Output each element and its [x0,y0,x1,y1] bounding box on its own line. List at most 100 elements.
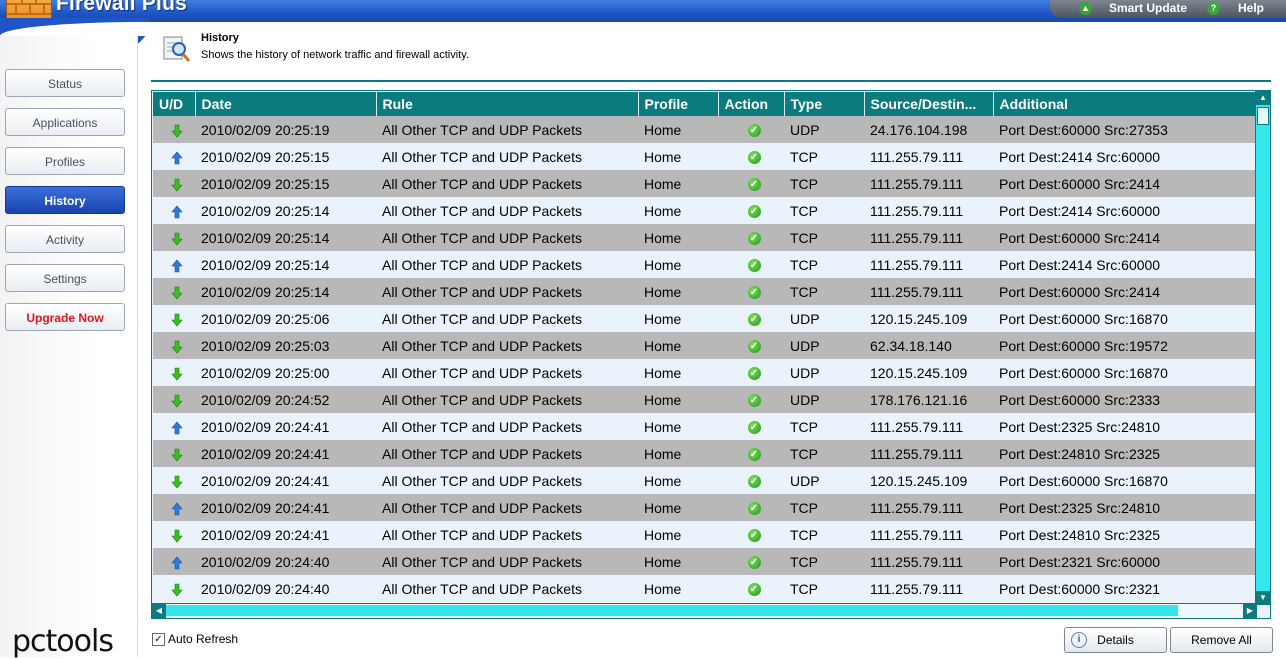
table-row[interactable]: 2010/02/09 20:24:52 All Other TCP and UDP… [153,386,1258,413]
date-cell: 2010/02/09 20:25:03 [195,332,376,359]
profile-cell: Home [638,305,718,332]
type-cell: TCP [784,575,864,602]
sidebar: Status Applications Profiles History Act… [0,36,138,657]
type-cell: UDP [784,467,864,494]
nav-applications-button[interactable]: Applications [5,108,125,136]
table-row[interactable]: 2010/02/09 20:24:40 All Other TCP and UDP… [153,548,1258,575]
scroll-right-arrow-icon[interactable]: ▶ [1243,604,1257,618]
table-row[interactable]: 2010/02/09 20:25:15 All Other TCP and UDP… [153,143,1258,170]
scroll-down-arrow-icon[interactable]: ▼ [1256,591,1270,605]
additional-cell: Port Dest:60000 Src:2414 [993,278,1258,305]
column-header-source-destination[interactable]: Source/Destin... [864,92,994,116]
address-cell: 111.255.79.111 [864,251,993,278]
header-divider [151,80,1271,82]
column-header-action[interactable]: Action [718,92,785,116]
address-cell: 62.34.18.140 [864,332,993,359]
column-header-rule[interactable]: Rule [376,92,639,116]
rule-cell: All Other TCP and UDP Packets [376,116,638,143]
remove-all-button[interactable]: Remove All [1170,627,1273,653]
column-header-additional[interactable]: Additional [993,92,1259,116]
address-cell: 111.255.79.111 [864,440,993,467]
help-icon[interactable]: ? [1207,2,1220,15]
column-header-ud[interactable]: U/D [153,92,196,116]
top-links: ▲ Smart Update ? Help [1050,0,1286,18]
smart-update-link[interactable]: Smart Update [1109,1,1187,15]
nav-settings-button[interactable]: Settings [5,264,125,292]
auto-refresh-checkbox[interactable]: ✓ [152,633,165,646]
table-row[interactable]: 2010/02/09 20:25:14 All Other TCP and UDP… [153,197,1258,224]
title-bar: Firewall Plus ▲ Smart Update ? Help [0,0,1286,24]
download-arrow-icon [153,386,195,413]
nav-history-button[interactable]: History [5,186,125,214]
page-title: History [201,32,239,44]
allowed-check-icon: ✓ [718,143,784,170]
type-cell: TCP [784,143,864,170]
address-cell: 111.255.79.111 [864,224,993,251]
upgrade-now-button[interactable]: Upgrade Now [5,303,125,331]
table-row[interactable]: 2010/02/09 20:25:15 All Other TCP and UDP… [153,170,1258,197]
scroll-up-arrow-icon[interactable]: ▲ [1256,91,1270,105]
profile-cell: Home [638,332,718,359]
details-button[interactable]: i Details [1064,627,1167,653]
allowed-check-icon: ✓ [718,251,784,278]
date-cell: 2010/02/09 20:24:41 [195,440,376,467]
address-cell: 111.255.79.111 [864,521,993,548]
table-row[interactable]: 2010/02/09 20:25:19 All Other TCP and UDP… [153,116,1258,143]
download-arrow-icon [153,359,195,386]
column-header-date[interactable]: Date [195,92,377,116]
help-link[interactable]: Help [1238,1,1264,15]
nav-status-button[interactable]: Status [5,69,125,97]
rule-cell: All Other TCP and UDP Packets [376,170,638,197]
additional-cell: Port Dest:2325 Src:24810 [993,494,1258,521]
profile-cell: Home [638,494,718,521]
allowed-check-icon: ✓ [718,305,784,332]
date-cell: 2010/02/09 20:24:52 [195,386,376,413]
table-row[interactable]: 2010/02/09 20:24:41 All Other TCP and UDP… [153,413,1258,440]
profile-cell: Home [638,467,718,494]
table-row[interactable]: 2010/02/09 20:24:41 All Other TCP and UDP… [153,494,1258,521]
table-row[interactable]: 2010/02/09 20:25:00 All Other TCP and UDP… [153,359,1258,386]
pctools-logo: pctools [12,624,114,659]
horizontal-scrollbar[interactable]: ◀ ▶ [152,603,1257,618]
vertical-scroll-thumb[interactable] [1257,107,1269,125]
history-magnifier-icon [163,36,191,62]
upload-arrow-icon [153,494,195,521]
nav-profiles-button[interactable]: Profiles [5,147,125,175]
column-header-type[interactable]: Type [784,92,865,116]
profile-cell: Home [638,386,718,413]
additional-cell: Port Dest:2325 Src:24810 [993,413,1258,440]
smart-update-icon[interactable]: ▲ [1079,2,1092,15]
allowed-check-icon: ✓ [718,116,784,143]
table-row[interactable]: 2010/02/09 20:25:14 All Other TCP and UDP… [153,278,1258,305]
date-cell: 2010/02/09 20:25:14 [195,278,376,305]
column-header-profile[interactable]: Profile [638,92,719,116]
table-row[interactable]: 2010/02/09 20:25:14 All Other TCP and UDP… [153,224,1258,251]
type-cell: TCP [784,548,864,575]
date-cell: 2010/02/09 20:24:41 [195,521,376,548]
profile-cell: Home [638,548,718,575]
date-cell: 2010/02/09 20:25:14 [195,251,376,278]
type-cell: TCP [784,413,864,440]
date-cell: 2010/02/09 20:25:06 [195,305,376,332]
vertical-scrollbar[interactable]: ▲ ▼ [1255,91,1270,605]
allowed-check-icon: ✓ [718,170,784,197]
table-row[interactable]: 2010/02/09 20:24:41 All Other TCP and UDP… [153,467,1258,494]
address-cell: 111.255.79.111 [864,494,993,521]
nav-activity-button[interactable]: Activity [5,225,125,253]
address-cell: 24.176.104.198 [864,116,993,143]
table-row[interactable]: 2010/02/09 20:24:41 All Other TCP and UDP… [153,521,1258,548]
table-row[interactable]: 2010/02/09 20:24:41 All Other TCP and UDP… [153,440,1258,467]
table-row[interactable]: 2010/02/09 20:25:06 All Other TCP and UDP… [153,305,1258,332]
rule-cell: All Other TCP and UDP Packets [376,521,638,548]
table-body: 2010/02/09 20:25:19 All Other TCP and UDP… [153,116,1258,602]
additional-cell: Port Dest:2414 Src:60000 [993,197,1258,224]
table-row[interactable]: 2010/02/09 20:25:14 All Other TCP and UDP… [153,251,1258,278]
allowed-check-icon: ✓ [718,494,784,521]
table-row[interactable]: 2010/02/09 20:25:03 All Other TCP and UDP… [153,332,1258,359]
profile-cell: Home [638,251,718,278]
date-cell: 2010/02/09 20:24:41 [195,467,376,494]
scroll-left-arrow-icon[interactable]: ◀ [152,604,166,618]
profile-cell: Home [638,575,718,602]
table-row[interactable]: 2010/02/09 20:24:40 All Other TCP and UDP… [153,575,1258,602]
horizontal-scroll-thumb[interactable] [166,605,1178,616]
